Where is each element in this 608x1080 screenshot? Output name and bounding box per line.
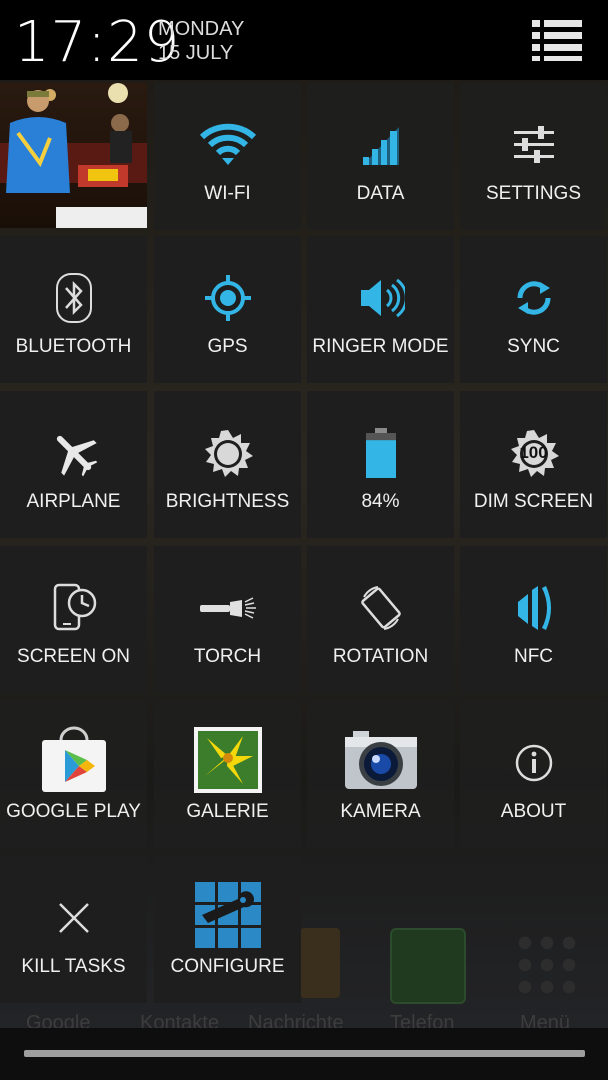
close-icon xyxy=(0,888,147,948)
tile-label: GOOGLE PLAY xyxy=(6,801,141,822)
tile-label: GPS xyxy=(207,336,248,357)
tile-kamera[interactable]: KAMERA xyxy=(307,701,454,848)
app-drawer-icon xyxy=(514,932,580,998)
tile-label: ROTATION xyxy=(332,646,429,667)
rotation-icon xyxy=(307,578,454,638)
tile-label: KAMERA xyxy=(340,801,421,822)
day-of-week: MONDAY xyxy=(158,18,245,40)
gallery-icon xyxy=(154,725,301,795)
wifi-icon xyxy=(154,115,301,175)
tile-label: TORCH xyxy=(193,646,262,667)
tile-label: 84% xyxy=(361,491,400,512)
tile-sync[interactable]: SYNC xyxy=(460,236,607,383)
tile-label: DATA xyxy=(356,183,405,204)
configure-icon xyxy=(154,880,301,950)
contact-photo[interactable] xyxy=(0,83,147,228)
tile-label: SCREEN ON xyxy=(17,646,130,667)
tile-google-play[interactable]: GOOGLE PLAY xyxy=(0,701,147,848)
battery-icon xyxy=(307,423,454,483)
sun-icon xyxy=(154,423,301,483)
clock: 17:29 xyxy=(14,10,181,75)
tile-brightness[interactable]: BRIGHTNESS xyxy=(154,391,301,538)
phone-app-icon xyxy=(390,928,466,1004)
tile-airplane[interactable]: AIRPLANE xyxy=(0,391,147,538)
tile-settings[interactable]: SETTINGS xyxy=(460,83,607,230)
dim-level-badge: 100 xyxy=(519,443,548,462)
dim-screen-icon: 100 xyxy=(460,423,607,483)
drag-handle[interactable] xyxy=(24,1050,585,1057)
tile-label: BLUETOOTH xyxy=(15,336,132,357)
tile-label: DIM SCREEN xyxy=(473,491,594,512)
tile-data[interactable]: DATA xyxy=(307,83,454,230)
tile-about[interactable]: ABOUT xyxy=(460,701,607,848)
tile-label: SETTINGS xyxy=(485,183,581,204)
tile-ringer-mode[interactable]: RINGER MODE xyxy=(307,236,454,383)
sync-icon xyxy=(460,268,607,328)
tile-label: SYNC xyxy=(507,336,560,357)
status-bar: 17:29 MONDAY 15 JULY xyxy=(0,0,608,80)
tile-torch[interactable]: TORCH xyxy=(154,546,301,693)
bluetooth-icon xyxy=(0,268,147,328)
tile-nfc[interactable]: NFC xyxy=(460,546,607,693)
list-view-icon[interactable] xyxy=(530,18,584,62)
date: 15 JULY xyxy=(158,42,234,64)
tile-label: WI-FI xyxy=(204,183,251,204)
tile-bluetooth[interactable]: BLUETOOTH xyxy=(0,236,147,383)
tile-rotation[interactable]: ROTATION xyxy=(307,546,454,693)
tile-label: GALERIE xyxy=(186,801,269,822)
tile-label: NFC xyxy=(513,646,554,667)
tile-label: KILL TASKS xyxy=(21,956,126,977)
speaker-icon xyxy=(307,268,454,328)
nfc-icon xyxy=(460,578,607,638)
play-store-icon xyxy=(0,725,147,795)
dock-app-icon xyxy=(300,928,340,998)
tile-screen-on[interactable]: SCREEN ON xyxy=(0,546,147,693)
gps-icon xyxy=(154,268,301,328)
tile-configure[interactable]: CONFIGURE xyxy=(154,856,301,1003)
tile-dim-screen[interactable]: 100 DIM SCREEN xyxy=(460,391,607,538)
info-icon xyxy=(460,733,607,793)
tile-gps[interactable]: GPS xyxy=(154,236,301,383)
tile-label: ABOUT xyxy=(500,801,567,822)
tile-galerie[interactable]: GALERIE xyxy=(154,701,301,848)
signal-bars-icon xyxy=(307,115,454,175)
tile-label: AIRPLANE xyxy=(26,491,121,512)
tile-battery[interactable]: 84% xyxy=(307,391,454,538)
camera-icon xyxy=(307,725,454,795)
tile-label: CONFIGURE xyxy=(170,956,285,977)
sliders-icon xyxy=(460,115,607,175)
tile-wifi[interactable]: WI-FI xyxy=(154,83,301,230)
airplane-icon xyxy=(0,423,147,483)
flashlight-icon xyxy=(154,578,301,638)
phone-clock-icon xyxy=(0,578,147,638)
tile-label: RINGER MODE xyxy=(312,336,449,357)
tile-kill-tasks[interactable]: KILL TASKS xyxy=(0,856,147,1003)
tile-label: BRIGHTNESS xyxy=(165,491,290,512)
